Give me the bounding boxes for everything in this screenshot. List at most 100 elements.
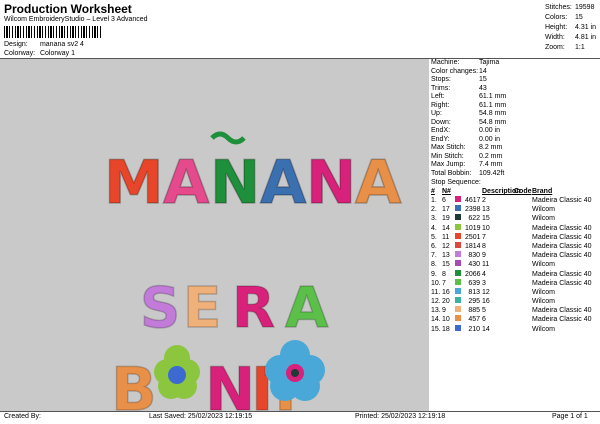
property-row: Right: 61.1 mm	[431, 101, 507, 109]
summary-panel: Stitches: 19598 Colors: 15 Height: 4.31 in …	[545, 3, 596, 53]
stop-cell-desc: 11	[482, 261, 490, 269]
flowers	[154, 340, 325, 401]
stop-cell-nn: 7	[442, 279, 446, 287]
stop-cell-stitches: 295	[468, 298, 480, 306]
stop-cell-brand: Wilcom	[532, 298, 555, 306]
stop-cell-brand: Wilcom	[532, 206, 555, 214]
stop-cell-brand: Madeira Classic 40	[532, 242, 592, 250]
color-swatch	[455, 287, 461, 294]
stop-cell-brand: Madeira Classic 40	[532, 279, 592, 287]
stop-cell-stitches: 2398	[465, 206, 481, 214]
property-row: Stops: 15	[431, 76, 487, 83]
flower-o-blue	[265, 340, 325, 401]
stop-cell-desc: 16	[482, 298, 490, 306]
software-subtitle: Wilcom EmbroideryStudio – Level 3 Advanc…	[4, 16, 148, 23]
stop-cell-desc: 5	[482, 307, 486, 315]
color-swatch	[455, 297, 461, 304]
stop-cell-n: 5.	[431, 233, 437, 241]
stop-cell-n: 15.	[431, 325, 441, 333]
stop-cell-n: 10.	[431, 279, 441, 287]
stop-cell-nn: 8	[442, 270, 446, 278]
barcode	[4, 26, 103, 38]
color-swatch-cell	[455, 324, 465, 334]
stop-cell-brand: Madeira Classic 40	[532, 316, 592, 324]
design-label: Design:	[4, 41, 28, 48]
stop-cell-n: 3.	[431, 215, 437, 223]
stop-cell-nn: 10	[442, 316, 450, 324]
colorway-label: Colorway:	[4, 50, 36, 57]
stop-sequence-title: Stop Sequence:	[431, 179, 481, 186]
stop-row: 7. 13 830 9 Madeira Classic 40	[431, 251, 600, 260]
stop-cell-desc: 13	[482, 206, 490, 214]
color-swatch-cell	[455, 205, 465, 214]
stop-row: 12. 20 295 16 Wilcom	[431, 297, 600, 306]
color-swatch	[455, 241, 461, 248]
color-swatch	[455, 306, 461, 313]
summary-row: Width: 4.81 in	[545, 34, 597, 41]
stop-cell-n: 9.	[431, 270, 437, 278]
color-swatch	[455, 205, 461, 212]
stop-cell-stitches: 830	[468, 252, 480, 260]
stop-cell-stitches: 4617	[465, 197, 481, 204]
color-swatch	[455, 278, 461, 285]
stop-cell-brand: Wilcom	[532, 261, 555, 269]
stop-cell-desc: 6	[482, 316, 486, 324]
stop-cell-brand: Wilcom	[532, 288, 555, 296]
stop-cell-brand: Madeira Classic 40	[532, 197, 592, 204]
stop-cell-n: 2.	[431, 206, 437, 214]
property-row: Down: 54.8 mm	[431, 118, 507, 126]
color-swatch	[455, 214, 461, 221]
stop-row: 9. 8 2066 4 Madeira Classic 40	[431, 269, 600, 279]
stop-cell-brand: Madeira Classic 40	[532, 307, 592, 315]
worksheet-title: Production Worksheet	[4, 2, 132, 16]
stop-cell-stitches: 813	[468, 288, 480, 296]
colorway-value: Colorway 1	[39, 50, 75, 57]
stop-row: 6. 12 1814 8 Madeira Classic 40	[431, 241, 600, 251]
stop-cell-desc: 12	[482, 288, 490, 296]
stop-row: 5. 11 2501 7 Madeira Classic 40	[431, 232, 600, 242]
property-row: Max Stitch: 8.2 mm	[431, 144, 503, 151]
stop-cell-nn: 14	[442, 224, 450, 232]
property-row: Up: 54.8 mm	[431, 110, 507, 117]
color-swatch-cell	[455, 223, 465, 233]
color-swatch	[455, 269, 461, 276]
stop-cell-n: 1.	[431, 197, 437, 204]
color-swatch-cell	[455, 232, 465, 242]
stop-cell-n: 8.	[431, 261, 437, 269]
color-swatch	[455, 196, 461, 202]
stop-cell-stitches: 885	[468, 307, 480, 315]
stop-cell-n: 12.	[431, 298, 441, 306]
stop-row: 8. 15 430 11 Wilcom	[431, 260, 600, 269]
stop-cell-nn: 9	[442, 307, 446, 315]
design-value: manana sv2 4	[39, 41, 84, 48]
color-swatch-cell	[455, 260, 465, 269]
stop-cell-n: 7.	[431, 252, 437, 260]
property-row: Max Jump: 7.4 mm	[431, 161, 503, 168]
last-saved: Last Saved: 25/02/2023 12:19:15	[149, 413, 253, 420]
stop-cell-desc: 10	[482, 224, 490, 232]
stop-table-body: 1. 6 4617 2 Madeira Classic 40 2. 17 2398 13 Wilc…	[431, 196, 600, 334]
stop-cell-nn: 19	[442, 215, 450, 223]
color-swatch	[455, 324, 461, 331]
stop-cell-nn: 18	[442, 325, 450, 333]
color-swatch	[455, 232, 461, 239]
flower-o-green	[154, 345, 200, 399]
stop-cell-desc: 7	[482, 233, 486, 241]
color-swatch	[455, 315, 461, 322]
color-swatch	[455, 223, 461, 230]
stop-cell-desc: 9	[482, 252, 486, 260]
color-swatch	[455, 251, 461, 258]
property-row: Left: 61.1 mm	[431, 93, 507, 100]
property-row: Min Stitch: 0.2 mm	[431, 152, 503, 160]
properties-panel: Machine: Tajima Color changes: 14 Stops: 15…	[431, 59, 600, 334]
created-by: Created By:	[4, 413, 41, 420]
stop-cell-brand: Wilcom	[532, 215, 555, 223]
stop-cell-brand: Madeira Classic 40	[532, 233, 592, 241]
stop-cell-stitches: 430	[468, 261, 480, 269]
stop-cell-n: 14.	[431, 316, 441, 324]
stop-row: 10. 7 639 3 Madeira Classic 40	[431, 278, 600, 288]
stop-row: 2. 17 2398 13 Wilcom	[431, 205, 600, 214]
stop-cell-stitches: 622	[468, 215, 480, 223]
stop-cell-nn: 12	[442, 242, 450, 250]
property-row: Total Bobbin: 109.42ft	[431, 169, 505, 177]
